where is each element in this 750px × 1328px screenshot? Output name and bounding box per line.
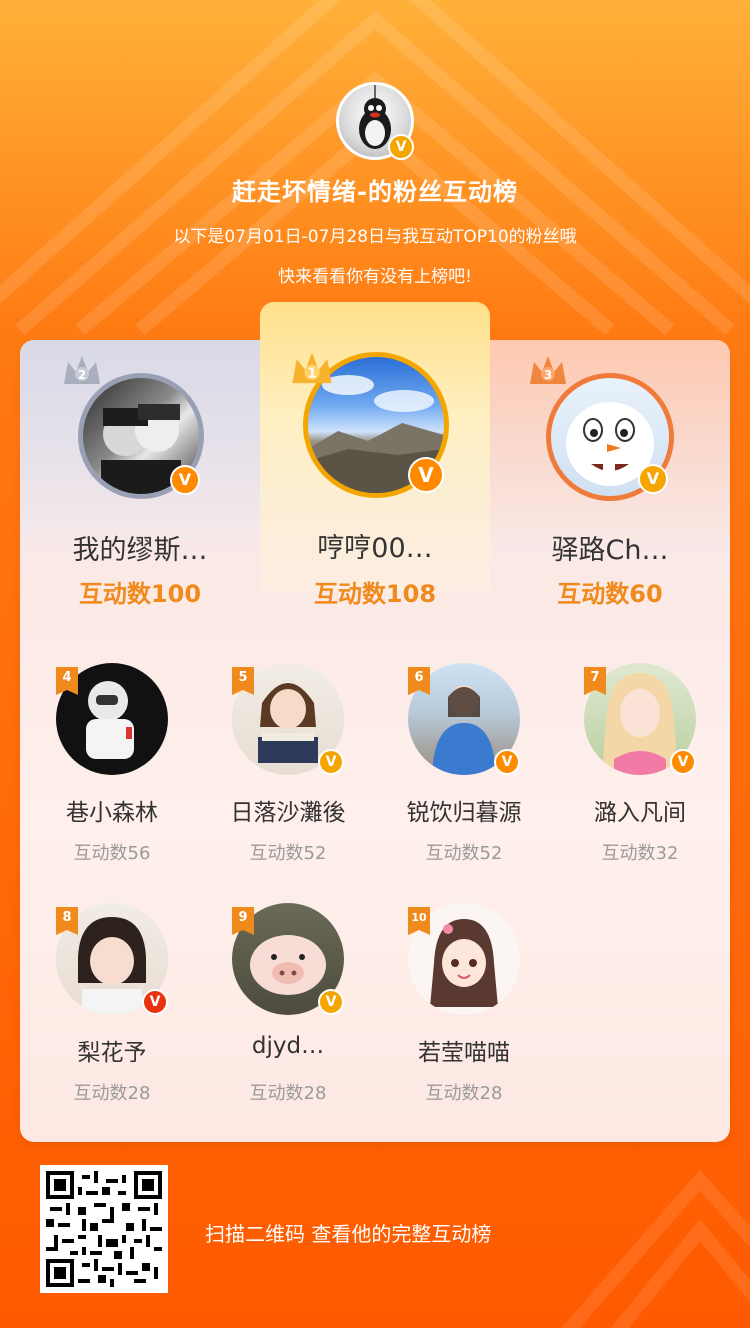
fan-count: 互动数32 [601,843,679,864]
verified-icon: V [318,989,344,1015]
subtitle-date-range: 以下是07月01日-07月28日与我互动TOP10的粉丝哦 [173,227,577,247]
fan-name: 潞入凡间 [594,800,686,826]
verified-icon: V [638,464,668,494]
podium-count: 互动数60 [557,580,663,608]
verified-icon: V [408,457,444,493]
fan-count: 互动数28 [425,1083,503,1104]
qr-code-icon [46,1171,162,1287]
podium-count: 互动数108 [313,580,437,608]
fan-count: 互动数52 [425,843,503,864]
footer: 扫描二维码 查看他的完整互动榜 [0,1160,750,1328]
podium-name: 哼哼00… [317,533,433,564]
verified-icon: V [494,749,520,775]
podium-name: 我的缪斯… [72,535,208,566]
fan-count: 互动数56 [73,843,151,864]
verified-icon: V [142,989,168,1015]
crown-rank-1-icon: 1 [292,352,332,384]
fan-count: 互动数28 [249,1083,327,1104]
fan-rank-5[interactable]: 5 V 日落沙灘後 互动数52 [203,663,373,873]
fan-name: 巷小森林 [66,800,158,826]
fan-rank-9[interactable]: 9 V djyd… 互动数28 [203,903,373,1113]
fan-rank-6[interactable]: 6 V 锐饮归暮源 互动数52 [379,663,549,873]
fan-count: 互动数52 [249,843,327,864]
page-title: 赶走坏情绪-的粉丝互动榜 [232,178,518,206]
fan-name: 若莹喵喵 [418,1040,510,1066]
header: V 赶走坏情绪-的粉丝互动榜 以下是07月01日-07月28日与我互动TOP10… [0,0,750,330]
subtitle-prompt: 快来看看你有没有上榜吧! [278,267,472,287]
svg-text:1: 1 [307,367,316,382]
podium-count: 互动数100 [78,580,202,608]
verified-icon: V [670,749,696,775]
qr-code[interactable] [40,1165,168,1293]
fan-count: 互动数28 [73,1083,151,1104]
podium-name: 驿路Ch… [551,535,669,566]
fan-name: 锐饮归暮源 [406,800,522,826]
fan-name: djyd… [251,1033,325,1059]
crown-rank-2-icon: 2 [64,356,100,384]
svg-text:3: 3 [544,368,552,382]
scan-qr-hint: 扫描二维码 查看他的完整互动榜 [205,1222,492,1246]
fan-rank-7[interactable]: 7 V 潞入凡间 互动数32 [555,663,725,873]
fan-rank-10[interactable]: 10 若莹喵喵 互动数28 [379,903,549,1113]
fan-rank-8[interactable]: 8 V 梨花予 互动数28 [27,903,197,1113]
verified-icon: V [318,749,344,775]
fan-name: 梨花予 [77,1040,147,1066]
crown-rank-3-icon: 3 [530,356,566,384]
svg-text:2: 2 [78,368,86,382]
podium-rank-2[interactable]: V 我的缪斯… 互动数100 [20,340,260,610]
verified-icon: V [388,134,414,160]
fan-rank-4[interactable]: 4 巷小森林 互动数56 [27,663,197,873]
fan-name: 日落沙灘後 [230,800,346,826]
verified-icon: V [170,465,200,495]
